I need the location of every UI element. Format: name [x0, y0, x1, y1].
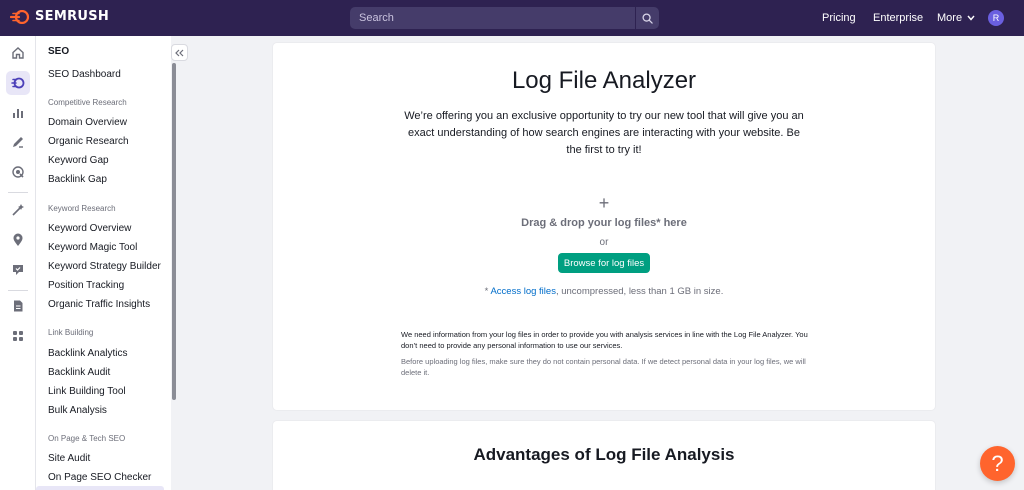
sidebar-scrollbar-thumb[interactable] [172, 63, 176, 400]
sidebar-section-label: On Page & Tech SEO [48, 434, 126, 443]
sidebar-item-link-building-tool[interactable]: Link Building Tool [48, 386, 126, 397]
drop-zone-label[interactable]: Drag & drop your log files* here [273, 217, 935, 229]
search-input[interactable] [350, 7, 635, 29]
sidebar-item-site-audit[interactable]: Site Audit [48, 453, 90, 464]
top-bar: SEMRUSH Pricing Enterprise More R [0, 0, 1024, 36]
sidebar-item-backlink-gap[interactable]: Backlink Gap [48, 174, 107, 185]
sidebar-item-organic-research[interactable]: Organic Research [48, 136, 129, 147]
collapse-sidebar-button[interactable] [171, 44, 188, 61]
sidebar-section-label: Link Building [48, 328, 94, 337]
browse-log-files-button[interactable]: Browse for log files [558, 253, 650, 273]
double-chevron-left-icon [175, 49, 184, 56]
analytics-icon[interactable] [6, 101, 30, 125]
file-requirements: * Access log files, uncompressed, less t… [273, 286, 935, 297]
sidebar-item-domain-overview[interactable]: Domain Overview [48, 117, 127, 128]
local-icon[interactable] [6, 160, 30, 184]
nav-more[interactable]: More [937, 12, 975, 24]
seo-sidebar: SEO SEO Dashboard Competitive Research D… [36, 36, 171, 490]
location-icon[interactable] [6, 228, 30, 252]
file-requirements-text: , uncompressed, less than 1 GB in size. [555, 286, 724, 297]
help-button[interactable]: ? [980, 446, 1015, 481]
sidebar-item-keyword-strategy-builder[interactable]: Keyword Strategy Builder [48, 261, 161, 272]
rail-divider [8, 192, 28, 193]
search-icon [642, 12, 653, 24]
search-button[interactable] [635, 7, 659, 29]
sidebar-title: SEO [48, 46, 70, 57]
advantages-card: Advantages of Log File Analysis [273, 421, 935, 490]
sidebar-item-on-page-seo-checker[interactable]: On Page SEO Checker [48, 472, 151, 483]
nav-enterprise[interactable]: Enterprise [873, 12, 923, 24]
sidebar-item-backlink-audit[interactable]: Backlink Audit [48, 367, 110, 378]
reports-icon[interactable] [6, 294, 30, 318]
sidebar-item-bulk-analysis[interactable]: Bulk Analysis [48, 405, 107, 416]
sidebar-item-position-tracking[interactable]: Position Tracking [48, 280, 124, 291]
user-avatar[interactable]: R [988, 10, 1004, 26]
page-title: Log File Analyzer [511, 67, 697, 94]
nav-more-label: More [937, 12, 963, 24]
apps-icon[interactable] [6, 324, 30, 348]
sidebar-item-backlink-analytics[interactable]: Backlink Analytics [48, 348, 127, 359]
access-log-files-link[interactable]: Access log files [490, 286, 555, 297]
reviews-icon[interactable] [6, 258, 30, 282]
privacy-notice: We need information from your log files … [401, 330, 808, 350]
seo-icon[interactable] [6, 71, 30, 95]
sidebar-item-keyword-magic-tool[interactable]: Keyword Magic Tool [48, 242, 137, 253]
ai-icon[interactable] [6, 198, 30, 222]
sidebar-item-active-indicator [36, 486, 164, 490]
semrush-logo[interactable]: SEMRUSH [10, 9, 109, 24]
sidebar-section-label: Competitive Research [48, 98, 127, 107]
plus-icon[interactable]: + [273, 193, 935, 214]
advantages-title: Advantages of Log File Analysis [473, 445, 735, 464]
intro-text: We’re offering you an exclusive opportun… [404, 110, 804, 156]
sidebar-item-keyword-gap[interactable]: Keyword Gap [48, 155, 109, 166]
sidebar-item-keyword-overview[interactable]: Keyword Overview [48, 223, 131, 234]
tool-rail [0, 36, 36, 490]
sidebar-section-label: Keyword Research [48, 204, 116, 213]
nav-pricing[interactable]: Pricing [822, 12, 856, 24]
log-file-upload-card: Log File Analyzer We’re offering you an … [273, 43, 935, 410]
personal-data-notice: Before uploading log files, make sure th… [401, 357, 806, 377]
content-icon[interactable] [6, 130, 30, 154]
global-search [350, 7, 659, 29]
rail-divider [8, 290, 28, 291]
sidebar-item-organic-traffic-insights[interactable]: Organic Traffic Insights [48, 299, 150, 310]
chevron-down-icon [967, 15, 975, 21]
semrush-logo-icon [10, 9, 30, 24]
sidebar-item-seo-dashboard[interactable]: SEO Dashboard [48, 69, 121, 80]
home-icon[interactable] [6, 41, 30, 65]
brand-name: SEMRUSH [35, 9, 110, 24]
or-separator: or [599, 237, 609, 248]
